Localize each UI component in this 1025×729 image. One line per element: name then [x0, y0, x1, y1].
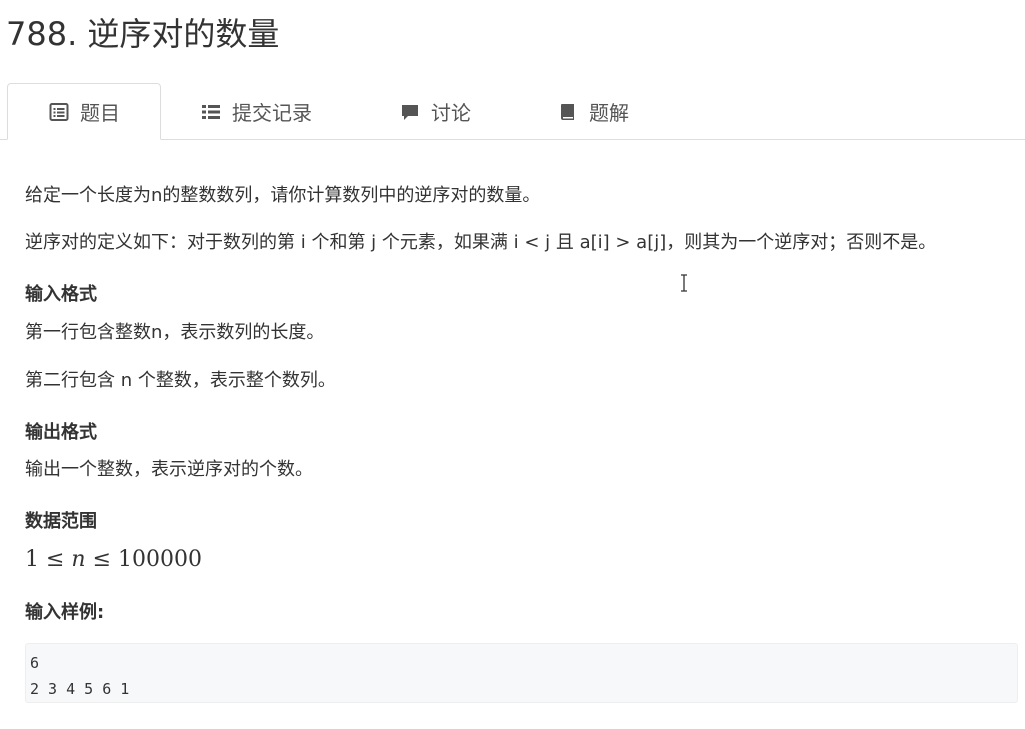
tab-label: 讨论	[431, 101, 471, 125]
input-format-line-2: 第二行包含 n 个整数，表示整个数列。	[25, 370, 336, 391]
description-paragraph-2: 逆序对的定义如下：对于数列的第 i 个和第 j 个元素，如果满 i < j 且 …	[25, 232, 937, 253]
sample-input-line: 6	[30, 654, 40, 672]
sample-input-line: 2 3 4 5 6 1	[30, 680, 130, 698]
list-icon	[200, 101, 222, 123]
tab-label: 题目	[80, 101, 120, 125]
output-format-heading: 输出格式	[25, 422, 97, 443]
tab-label: 题解	[589, 101, 629, 125]
input-format-heading: 输入格式	[25, 284, 97, 305]
output-format-line-1: 输出一个整数，表示逆序对的个数。	[25, 459, 313, 480]
data-range-heading: 数据范围	[25, 511, 97, 532]
input-format-line-1: 第一行包含整数n，表示数列的长度。	[25, 322, 325, 343]
page-title: 788. 逆序对的数量	[6, 15, 280, 53]
tab-bar: 题目 提交记录 讨论 题解	[0, 83, 1025, 140]
description-paragraph-1: 给定一个长度为n的整数数列，请你计算数列中的逆序对的数量。	[25, 185, 541, 206]
tab-description[interactable]: 题目	[7, 83, 161, 140]
sample-input-code-block[interactable]: 6 2 3 4 5 6 1	[25, 643, 1018, 703]
list-alt-icon	[48, 101, 70, 123]
book-icon	[557, 101, 579, 123]
formula-var: n	[71, 547, 86, 572]
formula-rhs: ≤ 100000	[85, 547, 202, 572]
comment-icon	[399, 101, 421, 123]
tab-submissions[interactable]: 提交记录	[200, 83, 312, 140]
data-range-formula: 1 ≤ n ≤ 100000	[25, 545, 202, 575]
text-cursor-icon	[680, 274, 688, 292]
tab-discussion[interactable]: 讨论	[399, 83, 471, 140]
sample-input-heading: 输入样例:	[25, 602, 105, 623]
formula-lhs: 1 ≤	[25, 547, 72, 572]
tab-solutions[interactable]: 题解	[557, 83, 629, 140]
tab-label: 提交记录	[232, 101, 312, 125]
